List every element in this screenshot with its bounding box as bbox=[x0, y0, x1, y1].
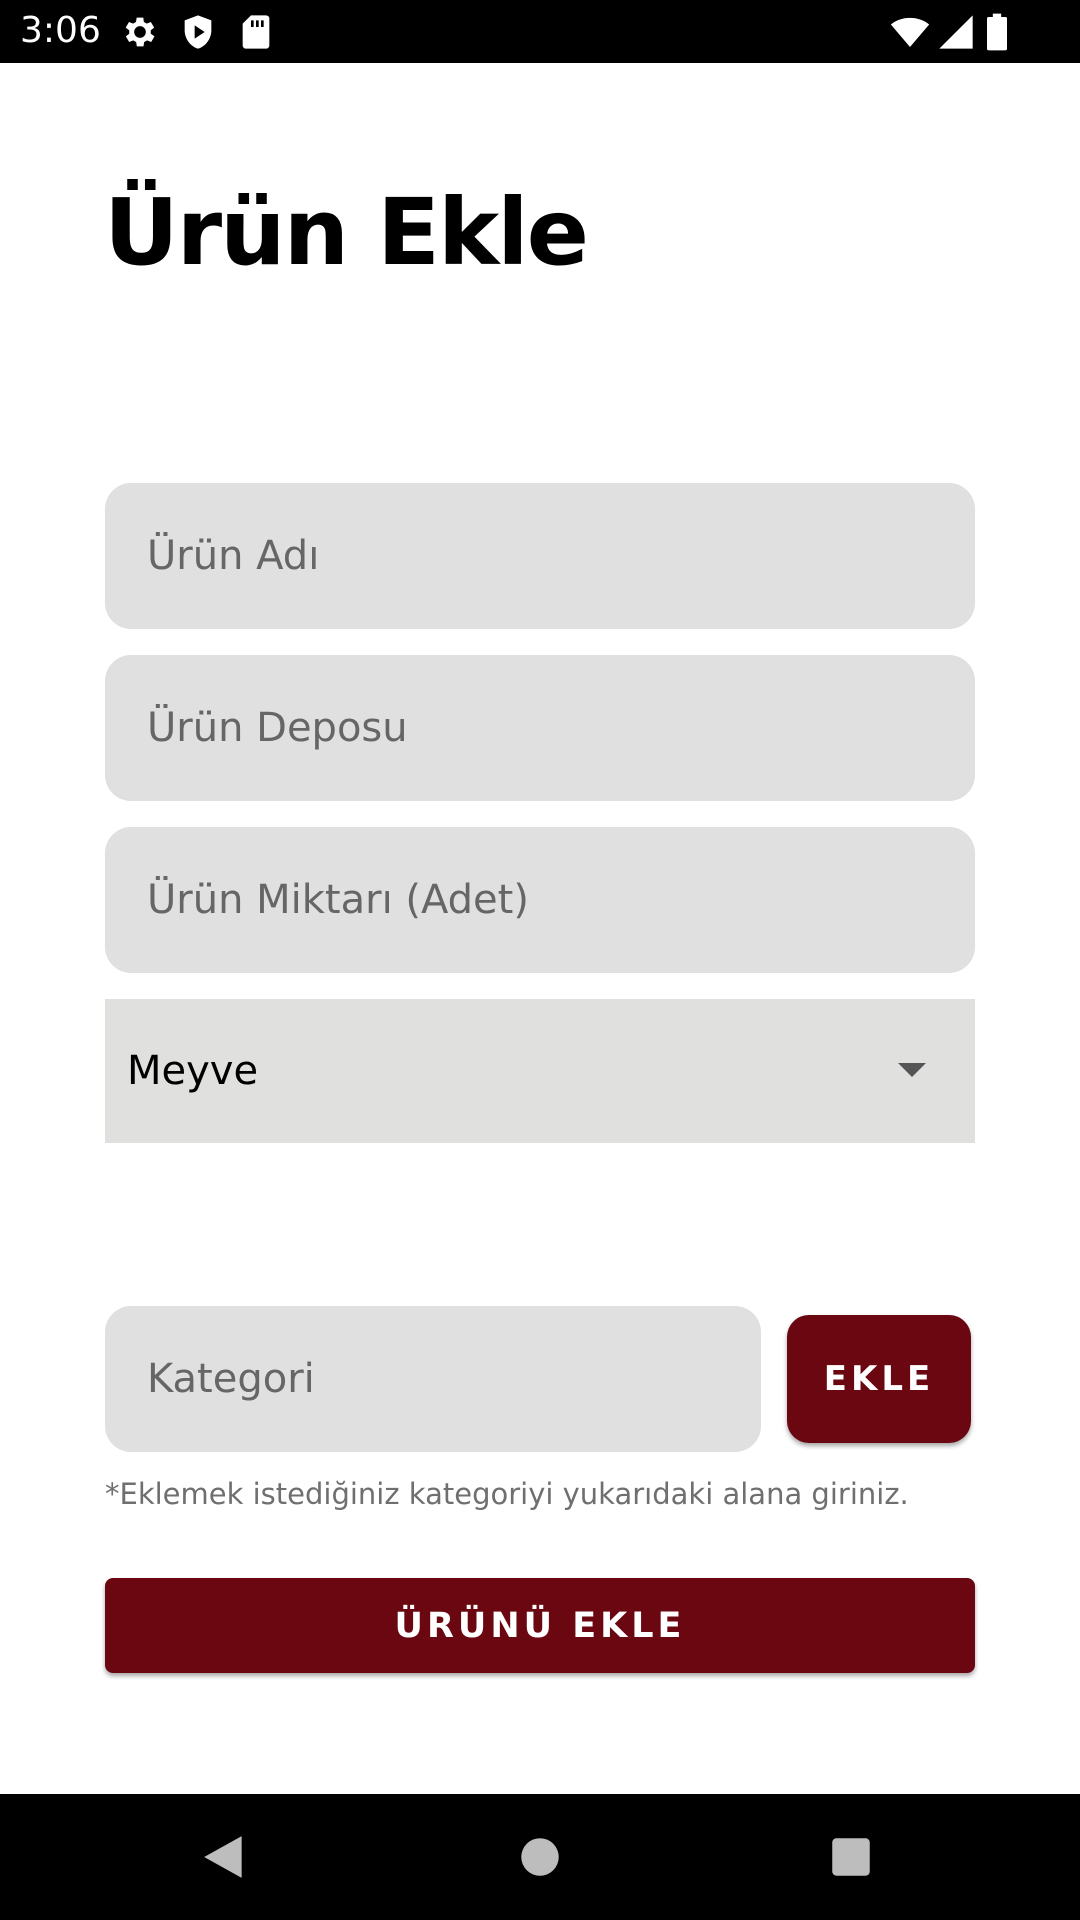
sd-card-icon bbox=[236, 12, 276, 52]
product-quantity-input[interactable]: Ürün Miktarı (Adet) bbox=[105, 827, 975, 973]
new-category-input[interactable]: Kategori bbox=[105, 1306, 761, 1452]
dropdown-arrow-icon bbox=[898, 1063, 926, 1077]
product-name-input[interactable]: Ürün Adı bbox=[105, 483, 975, 629]
add-category-button[interactable]: EKLE bbox=[787, 1315, 971, 1443]
category-spinner[interactable]: Meyve bbox=[105, 999, 975, 1143]
status-bar: 3:06 bbox=[0, 0, 1080, 63]
recents-icon[interactable] bbox=[826, 1832, 876, 1882]
back-icon[interactable] bbox=[200, 1832, 250, 1882]
add-product-button[interactable]: ÜRÜNÜ EKLE bbox=[105, 1578, 975, 1673]
new-category-placeholder: Kategori bbox=[147, 1356, 315, 1402]
status-time: 3:06 bbox=[20, 10, 101, 51]
category-hint-text: *Eklemek istediğiniz kategoriyi yukarıda… bbox=[105, 1477, 909, 1511]
category-spinner-value: Meyve bbox=[127, 1048, 259, 1094]
battery-icon bbox=[982, 12, 1012, 52]
product-quantity-placeholder: Ürün Miktarı (Adet) bbox=[147, 877, 529, 923]
product-name-placeholder: Ürün Adı bbox=[147, 533, 320, 579]
signal-icon bbox=[936, 12, 976, 52]
navigation-bar bbox=[0, 1794, 1080, 1920]
product-depot-input[interactable]: Ürün Deposu bbox=[105, 655, 975, 801]
wifi-icon bbox=[888, 12, 932, 52]
play-protect-icon bbox=[178, 12, 218, 52]
gear-icon bbox=[120, 12, 160, 52]
product-depot-placeholder: Ürün Deposu bbox=[147, 705, 408, 751]
home-icon[interactable] bbox=[515, 1832, 565, 1882]
page-title: Ürün Ekle bbox=[104, 179, 589, 286]
